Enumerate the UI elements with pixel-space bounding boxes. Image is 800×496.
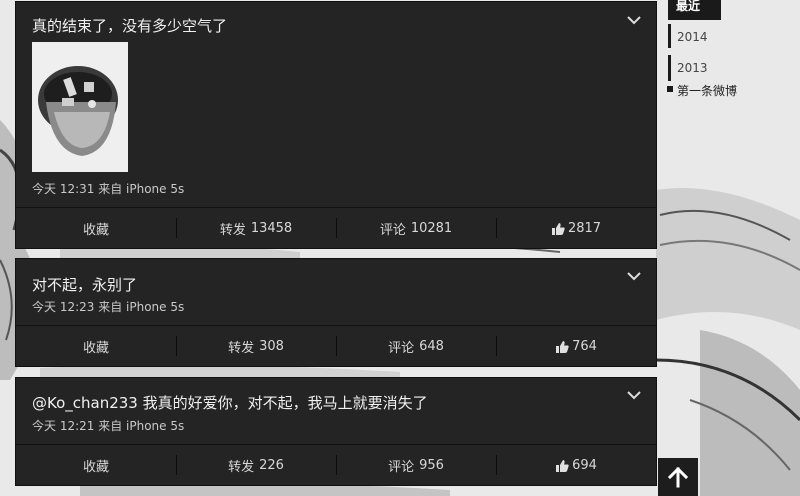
chevron-down-icon[interactable]	[626, 270, 642, 282]
comment-button[interactable]: 评论 956	[336, 445, 496, 485]
repost-button[interactable]: 转发 226	[176, 445, 336, 485]
sidebar-item-2013[interactable]: 2013	[677, 61, 708, 75]
post-card: @Ko_chan233 我真的好爱你，对不起，我马上就要消失了 今天 12:21…	[16, 378, 656, 485]
arrow-up-icon	[667, 466, 689, 488]
thumbs-up-icon	[556, 459, 569, 472]
comment-count: 956	[419, 457, 444, 473]
like-count: 764	[572, 338, 597, 354]
sidebar-item-recent[interactable]: 最近	[668, 0, 721, 20]
back-to-top-button[interactable]	[658, 458, 698, 496]
post-text: @Ko_chan233 我真的好爱你，对不起，我马上就要消失了	[32, 394, 428, 412]
comment-label: 评论	[388, 340, 415, 356]
post-actions: 收藏 转发 308 评论 648 764	[16, 325, 656, 366]
post-image[interactable]	[32, 42, 128, 172]
collect-label: 收藏	[82, 459, 109, 475]
post-actions: 收藏 转发 13458 评论 10281 2817	[16, 207, 656, 248]
post-card: 对不起，永别了 今天 12:23 来自 iPhone 5s 收藏 转发 308 评…	[16, 259, 656, 366]
comment-label: 评论	[388, 459, 415, 475]
post-actions: 收藏 转发 226 评论 956 694	[16, 444, 656, 485]
collect-button[interactable]: 收藏	[16, 208, 176, 248]
timeline-marker	[668, 24, 671, 48]
comment-button[interactable]: 评论 648	[336, 326, 496, 366]
repost-count: 226	[259, 457, 284, 473]
thumbs-up-icon	[551, 222, 565, 235]
comment-button[interactable]: 评论 10281	[336, 208, 496, 248]
like-button[interactable]: 764	[496, 326, 656, 366]
post-meta: 今天 12:23 来自 iPhone 5s	[32, 300, 185, 314]
comment-label: 评论	[379, 222, 406, 238]
collect-button[interactable]: 收藏	[16, 445, 176, 485]
sidebar-item-first-post[interactable]: 第一条微博	[677, 82, 737, 99]
like-button[interactable]: 694	[496, 445, 656, 485]
collect-button[interactable]: 收藏	[16, 326, 176, 366]
repost-label: 转发	[219, 222, 246, 238]
like-count: 694	[572, 457, 597, 473]
repost-label: 转发	[228, 459, 255, 475]
post-text: 对不起，永别了	[32, 276, 138, 294]
timeline-bullet	[667, 86, 673, 92]
sidebar-item-2014[interactable]: 2014	[677, 30, 708, 44]
comment-count: 648	[419, 338, 444, 354]
post-text: 真的结束了，没有多少空气了	[32, 17, 228, 35]
repost-label: 转发	[228, 340, 255, 356]
comment-count: 10281	[410, 220, 453, 236]
timeline-marker	[668, 55, 671, 81]
post-meta: 今天 12:21 来自 iPhone 5s	[32, 419, 185, 433]
chevron-down-icon[interactable]	[626, 389, 642, 401]
collect-label: 收藏	[82, 340, 109, 356]
collect-label: 收藏	[82, 222, 109, 238]
like-count: 2817	[567, 220, 602, 236]
chevron-down-icon[interactable]	[626, 14, 642, 26]
repost-button[interactable]: 转发 308	[176, 326, 336, 366]
like-button[interactable]: 2817	[496, 208, 656, 248]
post-meta: 今天 12:31 来自 iPhone 5s	[32, 182, 185, 196]
thumbs-up-icon	[556, 340, 569, 353]
post-card: 真的结束了，没有多少空气了 今天 12:31 来自 iPhone 5s 收藏 转…	[16, 2, 656, 248]
repost-count: 13458	[250, 220, 293, 236]
repost-count: 308	[259, 338, 284, 354]
repost-button[interactable]: 转发 13458	[176, 208, 336, 248]
